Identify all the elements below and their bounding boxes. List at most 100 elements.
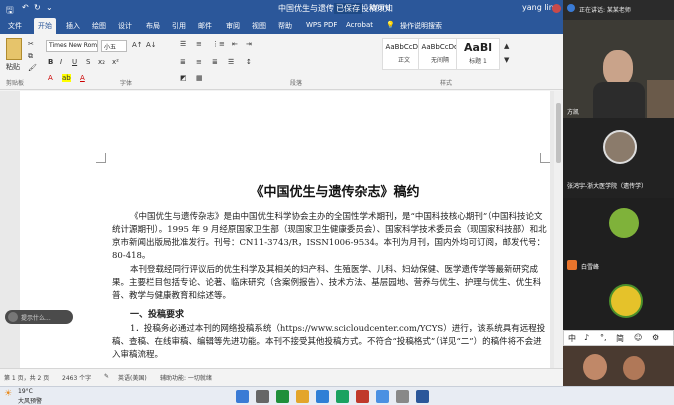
- paragraph-1: 《中国优生与遗传杂志》是由中国优生科学协会主办的全国性学术期刊，是“中国科技核心…: [112, 212, 547, 261]
- tab-insert[interactable]: 插入: [66, 21, 80, 31]
- multilevel-list-icon[interactable]: ⋮≡: [212, 40, 225, 48]
- borders-icon[interactable]: ▦: [196, 74, 203, 82]
- app-icon[interactable]: [376, 390, 389, 403]
- underline-button[interactable]: U: [72, 58, 77, 66]
- paste-icon[interactable]: [6, 38, 22, 60]
- tab-mailings[interactable]: 邮件: [198, 21, 212, 31]
- save-icon[interactable]: 🖫: [6, 3, 14, 19]
- tab-design[interactable]: 设计: [118, 21, 132, 31]
- group-clipboard-label: 剪贴板: [6, 80, 25, 87]
- floating-tip-bubble[interactable]: 提示什么...: [5, 310, 73, 324]
- participant-tile-5[interactable]: [563, 276, 674, 330]
- meeting-panel: 正在讲话: 某某老师 方凯 张鸿宇-浙大医学院（遗传学） 白雪峰: [563, 0, 674, 386]
- chat-icon: [8, 312, 18, 322]
- decrease-indent-icon[interactable]: ⇤: [232, 40, 238, 48]
- tab-help[interactable]: 帮助: [278, 21, 292, 31]
- italic-button[interactable]: I: [60, 58, 62, 66]
- format-painter-icon[interactable]: 🖌: [28, 64, 37, 72]
- cut-icon[interactable]: ✂: [28, 40, 34, 48]
- copy-icon[interactable]: ⧉: [28, 52, 33, 61]
- shrink-font-icon[interactable]: A↓: [146, 41, 157, 49]
- participant-tile-4[interactable]: 白雪峰: [563, 256, 674, 276]
- tab-view[interactable]: 视图: [252, 21, 266, 31]
- search-icon[interactable]: [256, 390, 269, 403]
- ribbon: 粘贴 ✂ ⧉ 🖌 Times New Roman 小五 A↑ A↓ B I U …: [0, 34, 563, 90]
- font-size-dropdown[interactable]: 小五: [101, 40, 127, 52]
- participant-avatar: [609, 208, 639, 238]
- styles-scroll-up-icon[interactable]: ▲: [504, 42, 509, 50]
- style-name: 无间隔: [430, 57, 449, 64]
- tab-wps-pdf[interactable]: WPS PDF: [306, 21, 337, 29]
- justify-icon[interactable]: ☰: [228, 58, 234, 66]
- page-count[interactable]: 第 1 页，共 2 页: [4, 373, 49, 382]
- font-color-icon[interactable]: A: [80, 74, 85, 82]
- align-right-icon[interactable]: ≣: [212, 58, 218, 66]
- ime-simplified[interactable]: 简: [616, 333, 624, 344]
- weather-warning-label[interactable]: 大风预警: [18, 396, 42, 405]
- tab-draw[interactable]: 绘图: [92, 21, 106, 31]
- redo-icon[interactable]: ↻: [34, 3, 41, 12]
- user-avatar[interactable]: [552, 4, 561, 13]
- strikethrough-button[interactable]: S: [86, 58, 90, 66]
- grow-font-icon[interactable]: A↑: [132, 41, 143, 49]
- participant-video-6[interactable]: [563, 346, 674, 386]
- tab-file[interactable]: 文件: [8, 21, 22, 31]
- font-name-dropdown[interactable]: Times New Roman: [46, 40, 98, 52]
- subscript-button[interactable]: x₂: [98, 58, 105, 66]
- increase-indent-icon[interactable]: ⇥: [246, 40, 252, 48]
- numbering-icon[interactable]: ≡: [196, 40, 202, 48]
- ime-punctuation[interactable]: °,: [600, 333, 607, 342]
- temperature-label[interactable]: 19°C: [18, 388, 33, 395]
- tab-acrobat[interactable]: Acrobat: [346, 21, 373, 29]
- document-area[interactable]: 《中国优生与遗传杂志》稿约 《中国优生与遗传杂志》是由中国优生科学协会主办的全国…: [0, 91, 563, 368]
- bold-button[interactable]: B: [48, 58, 53, 66]
- ime-emoji-icon[interactable]: ☺: [634, 333, 642, 342]
- weather-icon[interactable]: ☀: [4, 389, 12, 399]
- tab-layout[interactable]: 布局: [146, 21, 160, 31]
- highlight-icon[interactable]: ab: [62, 74, 71, 82]
- tab-review[interactable]: 审阅: [226, 21, 240, 31]
- acrobat-icon[interactable]: [356, 390, 369, 403]
- document-page[interactable]: 《中国优生与遗传杂志》稿约 《中国优生与遗传杂志》是由中国优生科学协会主办的全国…: [20, 91, 550, 368]
- line-spacing-icon[interactable]: ↕: [246, 58, 252, 66]
- participant-tile-3[interactable]: [563, 198, 674, 256]
- file-explorer-icon[interactable]: [296, 390, 309, 403]
- customize-icon[interactable]: ⌄: [46, 3, 53, 12]
- app-icon[interactable]: [396, 390, 409, 403]
- start-icon[interactable]: [236, 390, 249, 403]
- crop-mark: [96, 153, 106, 163]
- bullets-icon[interactable]: ☰: [180, 40, 186, 48]
- shading-icon[interactable]: ◩: [180, 74, 187, 82]
- group-styles-label: 样式: [440, 80, 453, 87]
- meeting-app-icon[interactable]: [336, 390, 349, 403]
- align-center-icon[interactable]: ≡: [196, 58, 202, 66]
- ime-mode-chinese[interactable]: 中: [568, 333, 576, 344]
- wechat-icon[interactable]: [276, 390, 289, 403]
- participant-video-1[interactable]: 方凯: [563, 20, 674, 118]
- scrollbar-thumb[interactable]: [556, 103, 561, 163]
- paragraph-3: 1．投稿务必通过本刊的网络投稿系统（https://www.scicloudce…: [112, 324, 546, 360]
- undo-icon[interactable]: ↶: [22, 3, 29, 12]
- style-heading-1[interactable]: AaBl 标题 1: [456, 38, 500, 70]
- superscript-button[interactable]: x²: [112, 58, 119, 66]
- styles-more-icon[interactable]: ▼: [504, 56, 509, 64]
- language-indicator[interactable]: 英语(美国): [118, 373, 147, 382]
- align-left-icon[interactable]: ≣: [180, 58, 186, 66]
- group-paragraph-label: 段落: [290, 80, 303, 87]
- accessibility-status[interactable]: 辅助功能: 一切就绪: [160, 373, 212, 382]
- text-effects-icon[interactable]: A: [48, 74, 53, 82]
- word-count[interactable]: 2463 个字: [62, 373, 91, 382]
- tell-me-search[interactable]: 操作说明搜索: [400, 21, 442, 31]
- browser-icon[interactable]: [316, 390, 329, 403]
- tab-references[interactable]: 引用: [172, 21, 186, 31]
- paste-button-label[interactable]: 粘贴: [6, 62, 20, 72]
- ime-moon-icon[interactable]: ♪: [584, 333, 589, 342]
- proofing-icon[interactable]: ✎: [104, 373, 109, 380]
- word-icon[interactable]: [416, 390, 429, 403]
- word-window: 🖫 ↶ ↻ ⌄ 中国优生与遗传杂志 -- 投稿须知 已保存 Word yang …: [0, 0, 563, 386]
- participant-tile-2[interactable]: 张鸿宇-浙大医学院（遗传学）: [563, 118, 674, 198]
- active-speaker-label: 正在讲话: 某某老师: [579, 7, 631, 14]
- ime-settings-icon[interactable]: ⚙: [652, 333, 659, 342]
- tab-home[interactable]: 开始: [34, 18, 56, 34]
- vertical-scrollbar[interactable]: [554, 91, 563, 368]
